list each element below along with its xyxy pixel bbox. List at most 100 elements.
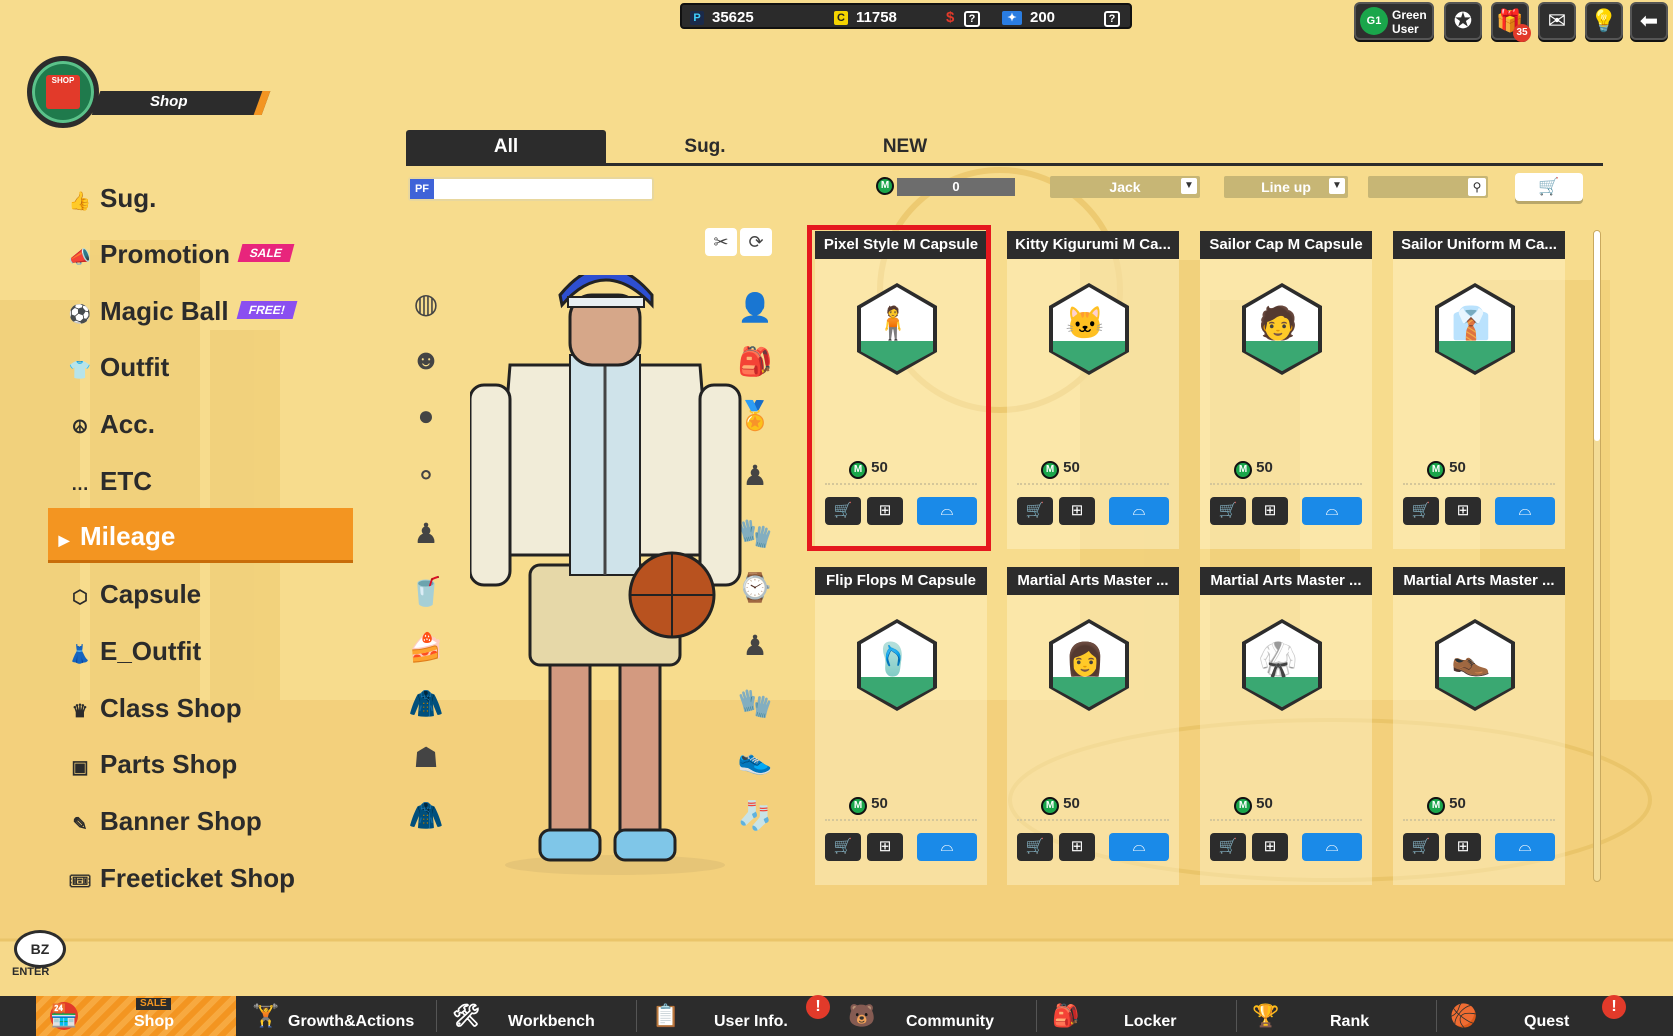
ticket-help-button[interactable]: ? — [1104, 11, 1120, 27]
price-value: 50 — [1256, 459, 1273, 476]
gift-item-button[interactable]: ⊞ — [1445, 497, 1481, 525]
add-to-cart-button[interactable]: 🛒 — [1403, 833, 1439, 861]
product-price: M 50 — [1234, 795, 1273, 815]
try-on-button[interactable]: ⌓ — [917, 833, 977, 861]
bz-chat-button[interactable]: BZ — [14, 930, 66, 968]
menu-item-sug[interactable]: 👍 Sug. — [68, 180, 157, 216]
kigurumi-item-icon: 🐱 — [1065, 305, 1105, 341]
nav-rank[interactable]: 🏆 Rank — [1250, 996, 1430, 1036]
coat-slot-icon[interactable]: 🧥 — [406, 796, 446, 836]
gift-item-button[interactable]: ⊞ — [1252, 497, 1288, 525]
tips-button[interactable]: 💡 — [1585, 2, 1623, 40]
try-on-icon: ⌓ — [940, 838, 954, 855]
nav-workbench[interactable]: 🛠 Workbench — [450, 996, 630, 1036]
sort-dropdown[interactable]: Line up ▼ — [1224, 176, 1348, 198]
achievement-button[interactable]: ✪ — [1444, 2, 1482, 40]
mail-button[interactable]: ✉ — [1538, 2, 1576, 40]
tab-sug[interactable]: Sug. — [605, 130, 805, 164]
jacket-slot-icon[interactable]: 🧥 — [406, 684, 446, 724]
cart-icon: 🛒 — [1538, 177, 1560, 196]
menu-item-class-shop[interactable]: ♛ Class Shop — [68, 690, 242, 726]
gift-item-button[interactable]: ⊞ — [1445, 833, 1481, 861]
try-on-button[interactable]: ⌓ — [1302, 833, 1362, 861]
shop-logo: SHOP — [27, 56, 99, 128]
try-on-button[interactable]: ⌓ — [1109, 497, 1169, 525]
effect-slot-icon[interactable]: ⚬ — [406, 456, 446, 496]
ticket-display: ✦ 200 — [1002, 9, 1055, 26]
add-to-cart-button[interactable]: 🛒 — [825, 833, 861, 861]
add-to-cart-button[interactable]: 🛒 — [1017, 833, 1053, 861]
gift-item-button[interactable]: ⊞ — [1059, 833, 1095, 861]
search-input[interactable]: ⚲ — [1368, 176, 1488, 198]
menu-item-magic-ball[interactable]: ⚽ Magic Ball FREE! — [68, 293, 298, 329]
cash-help-button[interactable]: ? — [964, 11, 980, 27]
menu-item-freeticket-shop[interactable]: 🎟 Freeticket Shop — [68, 860, 296, 896]
capsule-hex: 👞 — [1435, 619, 1515, 711]
product-card[interactable]: Martial Arts Master ... 🥋 M 50 🛒 ⊞ ⌓ — [1200, 567, 1372, 885]
menu-item-mileage[interactable]: ▶ Mileage — [56, 518, 176, 554]
menu-item-etc[interactable]: … ETC — [68, 463, 152, 499]
try-on-button[interactable]: ⌓ — [1109, 833, 1169, 861]
profile-filter-input[interactable]: PF — [408, 177, 654, 201]
try-on-button[interactable]: ⌓ — [1495, 833, 1555, 861]
back-button[interactable]: ⬅ — [1630, 2, 1668, 40]
gift-item-button[interactable]: ⊞ — [1059, 497, 1095, 525]
mileage-icon: M — [1427, 797, 1445, 815]
menu-label: Outfit — [100, 352, 170, 382]
face-slot-icon[interactable]: ☻ — [406, 340, 446, 380]
menu-item-parts-shop[interactable]: ▣ Parts Shop — [68, 746, 237, 782]
nav-user-info[interactable]: 📋 User Info. ! — [650, 995, 830, 1036]
add-to-cart-button[interactable]: 🛒 — [1210, 833, 1246, 861]
divider — [1403, 819, 1555, 821]
product-card[interactable]: Flip Flops M Capsule 🩴 M 50 🛒 ⊞ ⌓ — [815, 567, 987, 885]
gift-item-button[interactable]: ⊞ — [867, 833, 903, 861]
try-on-button[interactable]: ⌓ — [1495, 497, 1555, 525]
mask-slot-icon[interactable]: ☗ — [406, 738, 446, 778]
menu-item-capsule[interactable]: ⬡ Capsule — [68, 576, 201, 612]
user-grade-button[interactable]: G1 Green User — [1354, 2, 1434, 40]
pose-icon[interactable]: ✂ — [705, 228, 737, 256]
menu-item-acc[interactable]: ☮ Acc. — [68, 406, 155, 442]
lightbulb-icon: 💡 — [1590, 8, 1618, 33]
nav-community[interactable]: 🐻 Community — [848, 996, 1028, 1036]
drink-slot-icon[interactable]: 🥤 — [406, 572, 446, 612]
menu-item-e-outfit[interactable]: 👗 E_Outfit — [68, 633, 201, 669]
add-to-cart-button[interactable]: 🛒 — [1017, 497, 1053, 525]
divider — [1403, 483, 1555, 485]
tab-new[interactable]: NEW — [805, 130, 1005, 164]
product-card[interactable]: Martial Arts Master ... 👞 M 50 🛒 ⊞ ⌓ — [1393, 567, 1565, 885]
cake-slot-icon[interactable]: 🍰 — [406, 628, 446, 668]
product-list-scrollbar[interactable] — [1593, 230, 1601, 882]
nav-growth-actions[interactable]: 🏋 Growth&Actions — [250, 996, 435, 1036]
search-icon[interactable]: ⚲ — [1468, 178, 1486, 196]
nav-quest[interactable]: 🏀 Quest ! — [1450, 995, 1650, 1036]
nav-shop[interactable]: 🏪 SALE Shop — [36, 996, 236, 1036]
character-dropdown[interactable]: Jack ▼ — [1050, 176, 1200, 198]
menu-item-promotion[interactable]: 📣 Promotion SALE — [68, 236, 295, 272]
menu-label: Parts Shop — [100, 749, 238, 779]
nav-locker[interactable]: 🎒 Locker — [1050, 996, 1230, 1036]
product-card[interactable]: Kitty Kigurumi M Ca... 🐱 M 50 🛒 ⊞ ⌓ — [1007, 231, 1179, 549]
try-on-icon: ⌓ — [1518, 502, 1532, 519]
rotate-icon[interactable]: ⟳ — [740, 228, 772, 256]
add-to-cart-button[interactable]: 🛒 — [1403, 497, 1439, 525]
product-card[interactable]: Sailor Uniform M Ca... 👔 M 50 🛒 ⊞ ⌓ — [1393, 231, 1565, 549]
flip-flops-item-icon: 🩴 — [873, 641, 913, 677]
crown-icon: ♛ — [71, 701, 89, 721]
cart-button[interactable]: 🛒 — [1515, 173, 1583, 201]
menu-item-outfit[interactable]: 👕 Outfit — [68, 349, 170, 385]
gift-button[interactable]: 🎁 35 — [1491, 2, 1531, 42]
add-to-cart-button[interactable]: 🛒 — [1210, 497, 1246, 525]
dollar-icon: $ — [946, 9, 955, 26]
product-card[interactable]: Sailor Cap M Capsule 🧑 M 50 🛒 ⊞ ⌓ — [1200, 231, 1372, 549]
gift-item-button[interactable]: ⊞ — [1252, 833, 1288, 861]
ball-slot-icon[interactable]: ◍ — [406, 284, 446, 324]
scrollbar-thumb[interactable] — [1594, 231, 1600, 441]
tab-all[interactable]: All — [406, 130, 606, 164]
product-card[interactable]: Martial Arts Master ... 👩 M 50 🛒 ⊞ ⌓ — [1007, 567, 1179, 885]
gift-box-icon: ⊞ — [878, 838, 892, 855]
menu-item-banner-shop[interactable]: ✎ Banner Shop — [68, 803, 261, 839]
head-slot-icon[interactable]: ● — [406, 396, 446, 436]
body-slot-icon[interactable]: ♟ — [406, 514, 446, 554]
try-on-button[interactable]: ⌓ — [1302, 497, 1362, 525]
